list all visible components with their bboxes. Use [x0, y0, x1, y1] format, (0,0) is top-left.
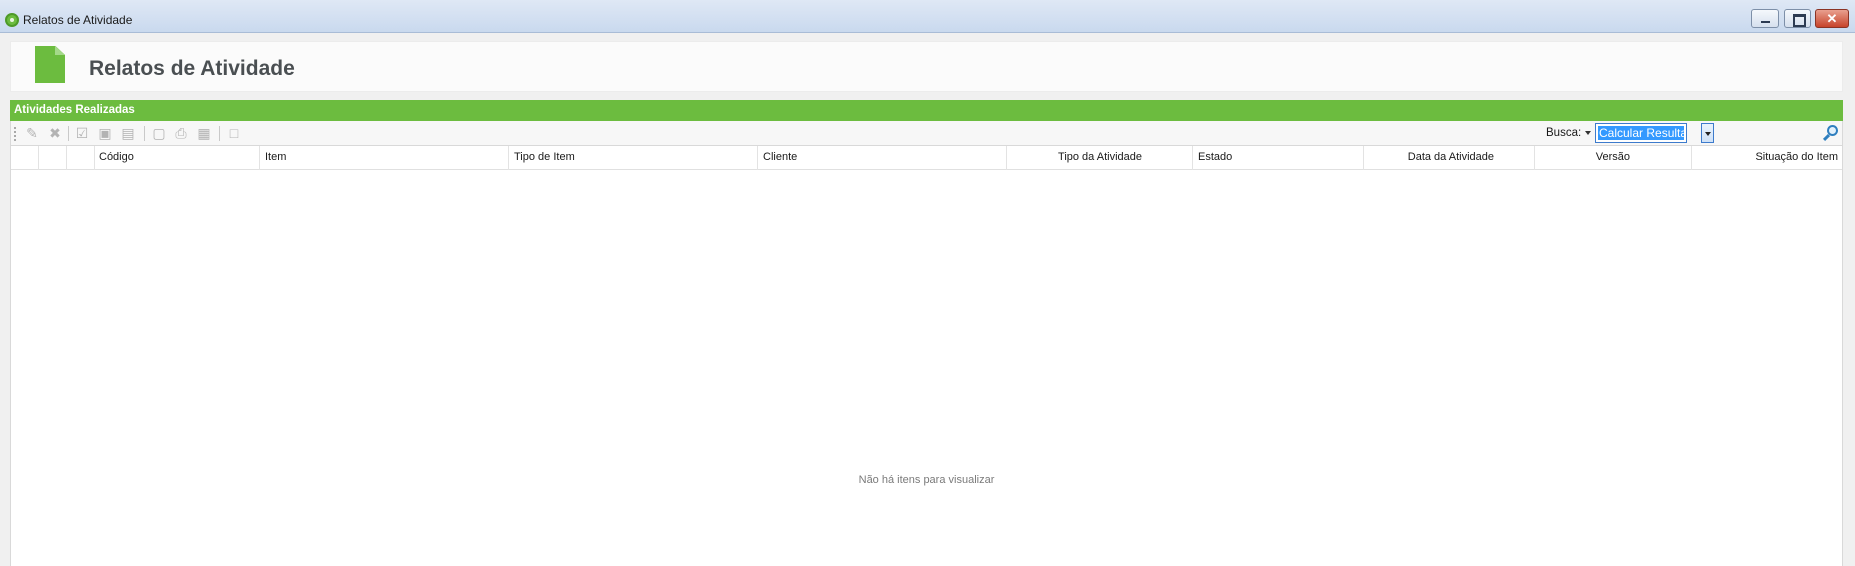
approve-icon[interactable]: ☑ [74, 125, 90, 141]
activities-grid: Código Item Tipo de Item Cliente Tipo da… [10, 146, 1843, 566]
column-cliente[interactable]: Cliente [758, 146, 1007, 170]
search-options-caret-icon[interactable] [1585, 131, 1591, 135]
search-icon[interactable] [1822, 124, 1840, 142]
search-label: Busca: [1546, 127, 1582, 139]
app-logo-icon [5, 13, 19, 27]
search-field-select[interactable]: Calcular Resulta [1595, 123, 1687, 143]
section-title: Atividades Realizadas [14, 104, 135, 116]
blank-page-icon[interactable]: □ [226, 125, 242, 141]
column-tipo-da-atividade[interactable]: Tipo da Atividade [1007, 146, 1193, 170]
close-button[interactable]: ✕ [1815, 9, 1849, 28]
column-situacao-do-item[interactable]: Situação do Item [1692, 146, 1842, 170]
print-icon[interactable]: ⎙ [173, 125, 189, 141]
empty-grid-message: Não há itens para visualizar [858, 474, 995, 486]
page-title: Relatos de Atividade [89, 57, 295, 80]
column-codigo[interactable]: Código [95, 146, 260, 170]
search-field-dropdown-button[interactable] [1701, 123, 1714, 143]
section-header: Atividades Realizadas [10, 100, 1843, 121]
check-document-icon[interactable]: ▤ [120, 125, 136, 141]
preview-icon[interactable]: ▢ [151, 125, 167, 141]
search-field-value: Calcular Resulta [1598, 126, 1684, 140]
column-versao[interactable]: Versão [1535, 146, 1692, 170]
toolbar-separator [144, 126, 145, 141]
column-status-icon[interactable] [39, 146, 67, 170]
column-selector[interactable] [11, 146, 39, 170]
column-item[interactable]: Item [260, 146, 509, 170]
grid-header-row: Código Item Tipo de Item Cliente Tipo da… [11, 146, 1842, 170]
column-tipo-de-item[interactable]: Tipo de Item [509, 146, 758, 170]
window-title: Relatos de Atividade [23, 13, 133, 27]
export-icon[interactable]: ▦ [196, 125, 212, 141]
column-estado[interactable]: Estado [1193, 146, 1364, 170]
minimize-button[interactable] [1751, 9, 1779, 28]
window-titlebar: Relatos de Atividade ✕ [0, 0, 1855, 33]
close-icon: ✕ [1826, 11, 1838, 26]
toolbar-grip[interactable] [14, 127, 16, 141]
add-document-icon[interactable]: ▣ [97, 125, 113, 141]
grid-toolbar: ✎ ✖ ☑ ▣ ▤ ▢ ⎙ ▦ □ Busca: Calcular Result… [10, 121, 1843, 146]
toolbar-separator [68, 126, 69, 141]
edit-icon[interactable]: ✎ [24, 125, 40, 141]
page-header: Relatos de Atividade [10, 41, 1843, 92]
maximize-button[interactable] [1784, 9, 1811, 28]
toolbar-separator [219, 126, 220, 141]
column-data-da-atividade[interactable]: Data da Atividade [1364, 146, 1535, 170]
column-attachment[interactable] [67, 146, 95, 170]
delete-icon[interactable]: ✖ [47, 125, 63, 141]
